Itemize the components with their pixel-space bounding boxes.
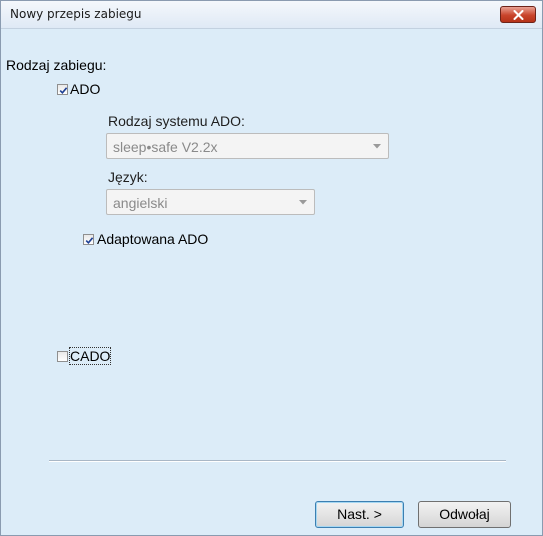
- ado-label: ADO: [70, 81, 101, 97]
- checkmark-icon: [59, 87, 68, 94]
- checkmark-icon: [85, 237, 94, 244]
- system-type-label: Rodzaj systemu ADO:: [108, 113, 245, 129]
- close-icon: [513, 10, 524, 20]
- cancel-button[interactable]: Odwołaj: [418, 501, 511, 528]
- language-select[interactable]: angielski: [106, 189, 315, 215]
- window-title: Nowy przepis zabiegu: [10, 7, 142, 21]
- adapted-ado-label: Adaptowana ADO: [97, 231, 209, 247]
- system-type-value: sleep•safe V2.2x: [113, 139, 218, 155]
- cado-label: CADO: [68, 347, 112, 365]
- divider: [49, 460, 506, 462]
- chevron-down-icon: [373, 144, 381, 149]
- language-label: Język:: [108, 169, 148, 185]
- close-button[interactable]: [500, 6, 536, 23]
- adapted-ado-checkbox[interactable]: [83, 234, 94, 245]
- title-bar[interactable]: Nowy przepis zabiegu: [1, 1, 542, 29]
- cado-checkbox[interactable]: [57, 351, 68, 362]
- next-button[interactable]: Nast. >: [315, 501, 404, 528]
- chevron-down-icon: [299, 200, 307, 205]
- system-type-select[interactable]: sleep•safe V2.2x: [106, 133, 389, 159]
- dialog-content: Rodzaj zabiegu: ADO Rodzaj systemu ADO: …: [2, 29, 541, 534]
- treatment-type-label: Rodzaj zabiegu:: [6, 57, 107, 73]
- dialog-window: Nowy przepis zabiegu Rodzaj zabiegu: ADO…: [0, 0, 543, 536]
- ado-checkbox[interactable]: [57, 84, 68, 95]
- language-value: angielski: [113, 195, 168, 211]
